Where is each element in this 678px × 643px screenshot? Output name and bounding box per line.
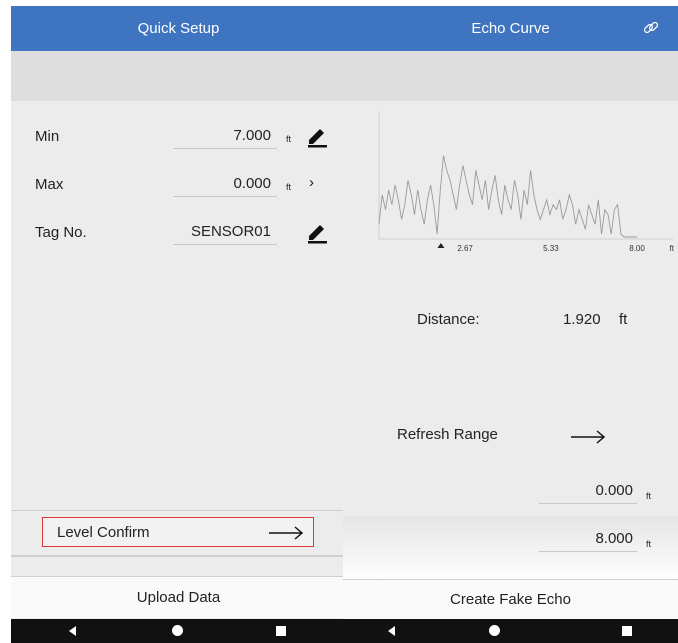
quick-setup-content: Min 7.000 ft Max 0.000 ft › Tag No. SENS… — [11, 101, 346, 643]
tag-value-field[interactable]: SENSOR01 — [173, 223, 277, 245]
distance-unit: ft — [619, 311, 628, 328]
sub-header-bar — [11, 51, 346, 101]
sub-header-bar — [343, 51, 678, 101]
x-axis-unit-label: ft — [670, 244, 675, 253]
create-fake-echo-button[interactable]: Create Fake Echo — [343, 579, 678, 619]
max-unit: ft — [286, 182, 292, 192]
refresh-range-arrow-icon[interactable] — [571, 430, 605, 444]
tag-label: Tag No. — [35, 224, 87, 241]
recents-icon[interactable] — [622, 626, 632, 636]
page-title: Echo Curve — [471, 20, 550, 37]
page-title: Quick Setup — [137, 20, 220, 37]
edit-icon[interactable] — [305, 220, 329, 244]
home-icon[interactable] — [489, 625, 500, 636]
min-label: Min — [35, 128, 60, 145]
recents-icon[interactable] — [276, 626, 286, 636]
x-tick-label: 5.33 — [543, 244, 559, 253]
echo-curve-screen: Echo Curve 2.67 5.33 8.00 ft Distance: 1.92… — [343, 6, 678, 643]
upload-data-button[interactable]: Upload Data — [11, 576, 346, 618]
back-icon[interactable] — [69, 626, 76, 636]
system-nav-bar — [11, 619, 346, 643]
max-label: Max — [35, 176, 64, 193]
distance-label: Distance: — [417, 311, 480, 328]
level-confirm-label: Level Confirm — [57, 524, 150, 541]
range-min-unit: ft — [646, 491, 652, 501]
range-max-panel: 8.000 ft — [343, 516, 678, 582]
min-row: Min 7.000 ft — [11, 123, 346, 153]
range-max-unit: ft — [646, 539, 652, 549]
min-value-field[interactable]: 7.000 — [173, 127, 277, 149]
divider — [11, 555, 346, 557]
upload-data-label: Upload Data — [136, 589, 221, 606]
create-fake-echo-label: Create Fake Echo — [450, 591, 571, 608]
level-confirm-button[interactable]: Level Confirm — [42, 517, 314, 547]
echo-curve-chart: 2.67 5.33 8.00 ft — [378, 111, 675, 253]
arrow-right-icon — [269, 526, 303, 540]
link-icon[interactable] — [642, 19, 660, 37]
divider — [11, 510, 346, 511]
edit-icon[interactable] — [305, 124, 329, 148]
quick-setup-screen: Quick Setup Min 7.000 ft Max 0.000 ft › … — [11, 6, 346, 643]
system-nav-bar — [343, 619, 678, 643]
home-icon[interactable] — [172, 625, 183, 636]
echo-curve-app-bar: Echo Curve — [343, 6, 678, 51]
range-min-field[interactable]: 0.000 — [539, 482, 637, 504]
tag-row: Tag No. SENSOR01 — [11, 219, 346, 249]
min-unit: ft — [286, 134, 292, 144]
echo-series-line — [378, 155, 637, 238]
quick-setup-app-bar: Quick Setup — [11, 6, 346, 51]
chevron-right-icon[interactable]: › — [309, 174, 314, 191]
refresh-range-label: Refresh Range — [397, 426, 498, 443]
distance-value: 1.920 — [563, 311, 601, 328]
range-max-field[interactable]: 8.000 — [539, 530, 637, 552]
max-value-field[interactable]: 0.000 — [173, 175, 277, 197]
back-icon[interactable] — [388, 626, 395, 636]
distance-marker — [437, 243, 445, 248]
x-tick-label: 8.00 — [629, 244, 645, 253]
x-tick-label: 2.67 — [457, 244, 473, 253]
max-row: Max 0.000 ft › — [11, 171, 346, 201]
